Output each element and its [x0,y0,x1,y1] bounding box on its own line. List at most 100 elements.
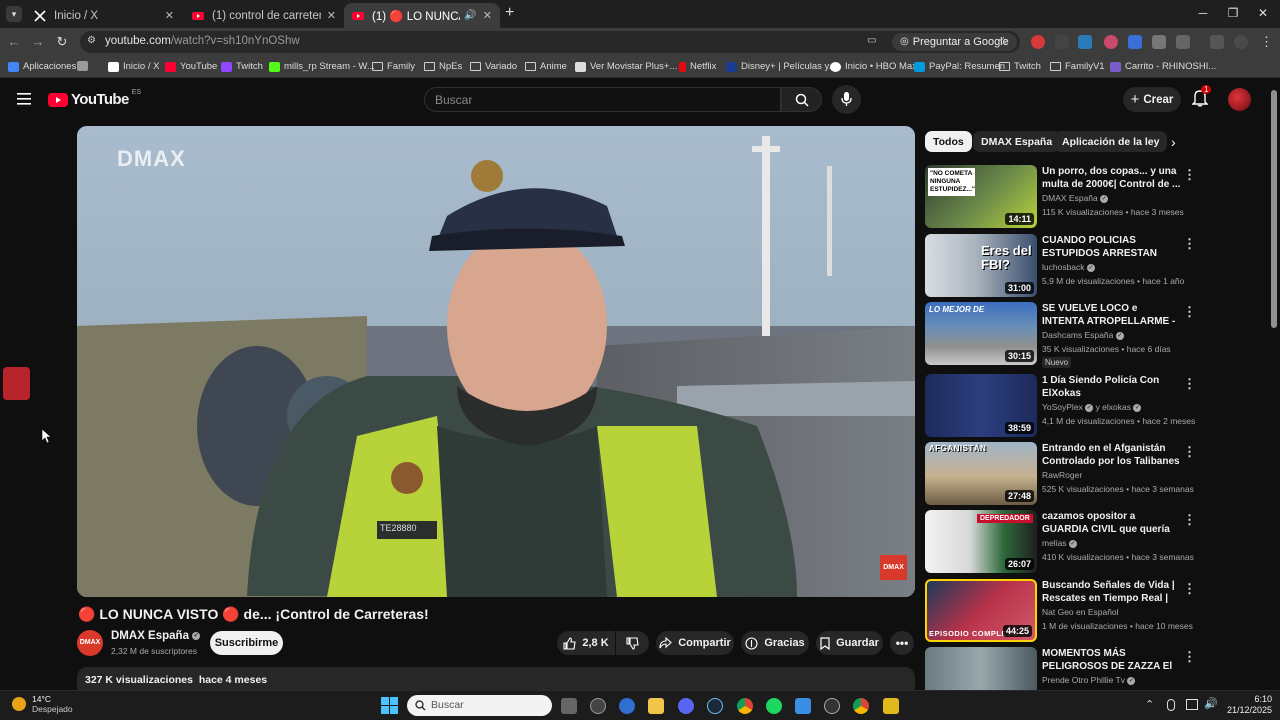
file-explorer-icon[interactable] [648,698,664,714]
video-thumbnail[interactable]: AFGANISTÁN 27:48 [925,442,1037,505]
chevron-up-icon[interactable]: ⌃ [1145,698,1154,711]
list-item[interactable]: EPISODIO COMPLETO 44:25 Buscando Señales… [925,579,1205,643]
video-player[interactable]: DMAX TE28880 DMAX [77,126,915,597]
app-icon-4[interactable] [883,698,899,714]
share-button[interactable]: Compartir [656,631,734,655]
more-vertical-icon[interactable]: ⋮ [1183,649,1196,665]
close-icon[interactable]: ✕ [327,9,336,22]
floating-avatar[interactable] [3,367,30,400]
channel-avatar[interactable]: DMAX [77,630,103,656]
page-scrollbar[interactable] [1271,90,1277,328]
chrome-icon[interactable] [737,698,753,714]
more-actions-button[interactable]: ••• [890,631,914,655]
list-item[interactable]: MOMENTOS MÁS PELIGROSOS DE ZAZZA El ITAL… [925,647,1205,690]
app-icon-2[interactable] [619,698,635,714]
spotify-icon[interactable] [766,698,782,714]
speaker-icon[interactable]: 🔊 [464,10,476,21]
browser-menu-icon[interactable]: ⋮ [1260,34,1273,50]
chrome-active-icon[interactable] [853,698,869,714]
extension-shield-icon[interactable] [1152,35,1166,49]
photos-icon[interactable] [795,698,811,714]
chevron-right-icon[interactable]: › [1171,134,1176,150]
extension-red-icon[interactable] [1031,35,1045,49]
bookmark-star-icon[interactable]: ☆ [998,34,1009,48]
more-vertical-icon[interactable]: ⋮ [1183,236,1196,252]
app-icon-1[interactable] [590,698,606,714]
tab-x[interactable]: Inicio / X ✕ [26,3,182,28]
list-item[interactable]: 38:59 1 Día Siendo Policía Con ElXokas Y… [925,374,1205,438]
video-thumbnail[interactable]: LO MEJOR DE 30:15 [925,302,1037,365]
bookmark-x[interactable]: Inicio / X [108,61,159,72]
hamburger-menu-icon[interactable] [17,93,31,105]
tab-youtube-search[interactable]: (1) control de carreteras 09 - YouTube ✕ [184,3,344,28]
list-item[interactable]: AFGANISTÁN 27:48 Entrando en el Afganist… [925,442,1205,506]
new-tab-button[interactable]: + [505,4,514,22]
bookmark-apps-grid[interactable] [77,61,88,71]
steam-icon[interactable] [707,698,723,714]
extension-bolt-icon[interactable] [1055,35,1069,49]
like-button[interactable]: 2,8 K [557,631,615,655]
list-item[interactable]: LO MEJOR DE 30:15 SE VUELVE LOCO e INTEN… [925,302,1205,368]
list-item[interactable]: Eres del FBI? 31:00 CUANDO POLICIAS ESTU… [925,234,1205,298]
extension-translate-icon[interactable] [1128,35,1142,49]
more-vertical-icon[interactable]: ⋮ [1183,304,1196,320]
notifications-button[interactable]: 1 [1191,85,1212,112]
video-thumbnail[interactable]: Eres del FBI? 31:00 [925,234,1037,297]
search-button[interactable] [781,87,822,112]
bookmark-variado[interactable]: Variado [470,61,517,72]
bookmark-netflix[interactable]: Netflix [679,61,716,72]
dislike-button[interactable] [616,631,649,655]
youtube-logo[interactable]: YouTube ES [48,89,141,108]
task-view-icon[interactable] [561,698,577,714]
more-vertical-icon[interactable]: ⋮ [1183,444,1196,460]
bookmark-hbomax[interactable]: Inicio • HBO Max [830,61,917,72]
site-info-icon[interactable]: ⚙ [87,35,96,46]
voice-search-button[interactable] [832,85,861,114]
user-avatar[interactable] [1228,88,1251,111]
channel-name[interactable]: DMAX España ✓ [111,630,201,642]
restore-icon[interactable]: ❐ [1218,6,1248,20]
thanks-button[interactable]: Gracias [741,631,809,655]
weather-widget[interactable]: 14°C Despejado [12,694,73,714]
bookmark-family[interactable]: Family [372,61,415,72]
list-item[interactable]: "NO COMETA NINGUNA ESTUPIDEZ..." 14:11 U… [925,165,1205,229]
extension-pink-icon[interactable] [1104,35,1118,49]
video-thumbnail[interactable]: DEPREDADOR 26:07 [925,510,1037,573]
bookmark-movistar[interactable]: Ver Movistar Plus+... [575,61,677,72]
video-thumbnail[interactable] [925,647,1037,690]
bookmark-apps[interactable]: Aplicaciones [8,61,76,72]
forward-icon[interactable]: → [28,34,48,49]
extensions-puzzle-icon[interactable] [1176,35,1190,49]
bookmark-disney[interactable]: Disney+ | Películas y... [726,61,836,72]
tab-youtube-active[interactable]: (1) 🔴 LO NUNCA VISTO 🔴 de... 🔊 ✕ [344,3,500,28]
video-thumbnail[interactable]: EPISODIO COMPLETO 44:25 [925,579,1037,642]
address-bar[interactable]: ⚙ youtube.com/watch?v=sh10nYnOShw ▭ ◎ Pre… [80,31,1020,53]
bookmark-youtube[interactable]: YouTube [165,61,217,72]
network-icon[interactable] [1186,699,1198,710]
bookmark-paypal[interactable]: PayPal: Resumen [914,61,1005,72]
app-icon-3[interactable] [824,698,840,714]
bookmark-npes[interactable]: NpEs [424,61,462,72]
profile-icon[interactable] [1234,35,1248,49]
microphone-tray-icon[interactable] [1167,699,1175,711]
bookmark-twitch-folder[interactable]: Twitch [999,61,1041,72]
clock[interactable]: 6:10 21/12/2025 [1224,694,1272,716]
minimize-icon[interactable]: ─ [1188,6,1218,20]
close-icon[interactable]: ✕ [483,9,492,22]
volume-icon[interactable]: 🔊 [1204,697,1218,710]
tab-search-button[interactable]: ▾ [6,6,22,22]
discord-icon[interactable] [678,698,694,714]
bookmark-kick[interactable]: mills_rp Stream - W... [269,61,375,72]
bookmark-familyv1[interactable]: FamilyV1 [1050,61,1105,72]
close-icon[interactable]: ✕ [165,9,174,22]
create-button[interactable]: + Crear [1123,87,1181,112]
subscribe-button[interactable]: Suscribirme [210,631,283,655]
chip-law-enforcement[interactable]: Aplicación de la ley [1054,131,1168,152]
window-close-icon[interactable]: ✕ [1248,6,1278,20]
reload-icon[interactable]: ↻ [52,34,72,50]
bookmark-anime[interactable]: Anime [525,61,567,72]
bookmark-rhinoshield[interactable]: Carrito - RHINOSHI... [1110,61,1216,72]
back-icon[interactable]: ← [4,34,24,49]
extension-blue-icon[interactable] [1078,35,1092,49]
bookmark-twitch[interactable]: Twitch [221,61,263,72]
